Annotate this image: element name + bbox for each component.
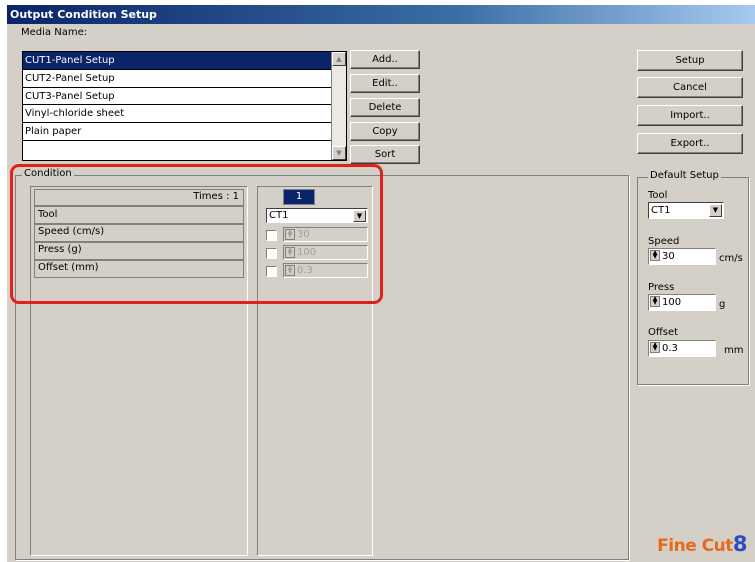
edit-button[interactable]: Edit.. bbox=[350, 74, 420, 93]
spin-arrows-icon[interactable]: ▲ ▼ bbox=[650, 250, 660, 261]
default-tool-value: CT1 bbox=[651, 205, 671, 216]
add-button[interactable]: Add.. bbox=[350, 50, 420, 69]
press-unit: g bbox=[719, 299, 726, 310]
default-offset-value: 0.3 bbox=[662, 343, 678, 354]
export-button[interactable]: Export.. bbox=[637, 133, 743, 154]
default-speed-label: Speed bbox=[648, 236, 680, 247]
media-scrollbar[interactable]: ▲ ▼ bbox=[331, 52, 346, 160]
default-tool-label: Tool bbox=[648, 190, 668, 201]
default-press-label: Press bbox=[648, 282, 675, 293]
title-bar[interactable]: Output Condition Setup bbox=[7, 5, 755, 24]
setup-button[interactable]: Setup bbox=[637, 50, 743, 71]
default-tool-dropdown[interactable]: CT1 ▼ bbox=[648, 202, 724, 219]
spin-arrows-icon[interactable]: ▲ ▼ bbox=[650, 342, 660, 353]
default-offset-spinner[interactable]: ▲ ▼ 0.3 bbox=[648, 340, 716, 357]
default-press-value: 100 bbox=[662, 297, 682, 308]
fine-cut-logo: Fine Cut8 bbox=[657, 532, 747, 556]
default-speed-value: 30 bbox=[662, 251, 675, 262]
scroll-down-icon[interactable]: ▼ bbox=[332, 146, 346, 160]
list-item[interactable]: Vinyl-chloride sheet bbox=[23, 105, 346, 124]
default-press-spinner[interactable]: ▲ ▼ 100 bbox=[648, 294, 716, 311]
output-condition-window: Output Condition Setup Media Name: CUT1-… bbox=[7, 5, 755, 562]
delete-button[interactable]: Delete bbox=[350, 98, 420, 117]
media-listbox[interactable]: CUT1-Panel Setup CUT2-Panel Setup CUT3-P… bbox=[22, 51, 347, 161]
list-item[interactable]: CUT2-Panel Setup bbox=[23, 70, 346, 88]
default-offset-label: Offset bbox=[648, 327, 679, 338]
spin-arrows-icon[interactable]: ▲ ▼ bbox=[650, 296, 660, 307]
window-title: Output Condition Setup bbox=[10, 8, 157, 21]
highlight-box bbox=[10, 164, 383, 304]
list-item[interactable] bbox=[23, 141, 346, 159]
default-speed-spinner[interactable]: ▲ ▼ 30 bbox=[648, 248, 716, 265]
media-name-label: Media Name: bbox=[21, 27, 88, 38]
speed-unit: cm/s bbox=[719, 253, 743, 264]
copy-button[interactable]: Copy bbox=[350, 122, 420, 141]
offset-unit: mm bbox=[724, 345, 744, 356]
import-button[interactable]: Import.. bbox=[637, 105, 743, 126]
chevron-down-icon[interactable]: ▼ bbox=[709, 204, 722, 217]
scroll-up-icon[interactable]: ▲ bbox=[332, 52, 346, 66]
list-item[interactable]: CUT3-Panel Setup bbox=[23, 88, 346, 106]
list-item[interactable]: Plain paper bbox=[23, 123, 346, 141]
default-setup-label: Default Setup bbox=[648, 170, 721, 181]
list-item[interactable]: CUT1-Panel Setup bbox=[23, 52, 346, 70]
cancel-button[interactable]: Cancel bbox=[637, 77, 743, 98]
sort-button[interactable]: Sort bbox=[350, 145, 420, 164]
